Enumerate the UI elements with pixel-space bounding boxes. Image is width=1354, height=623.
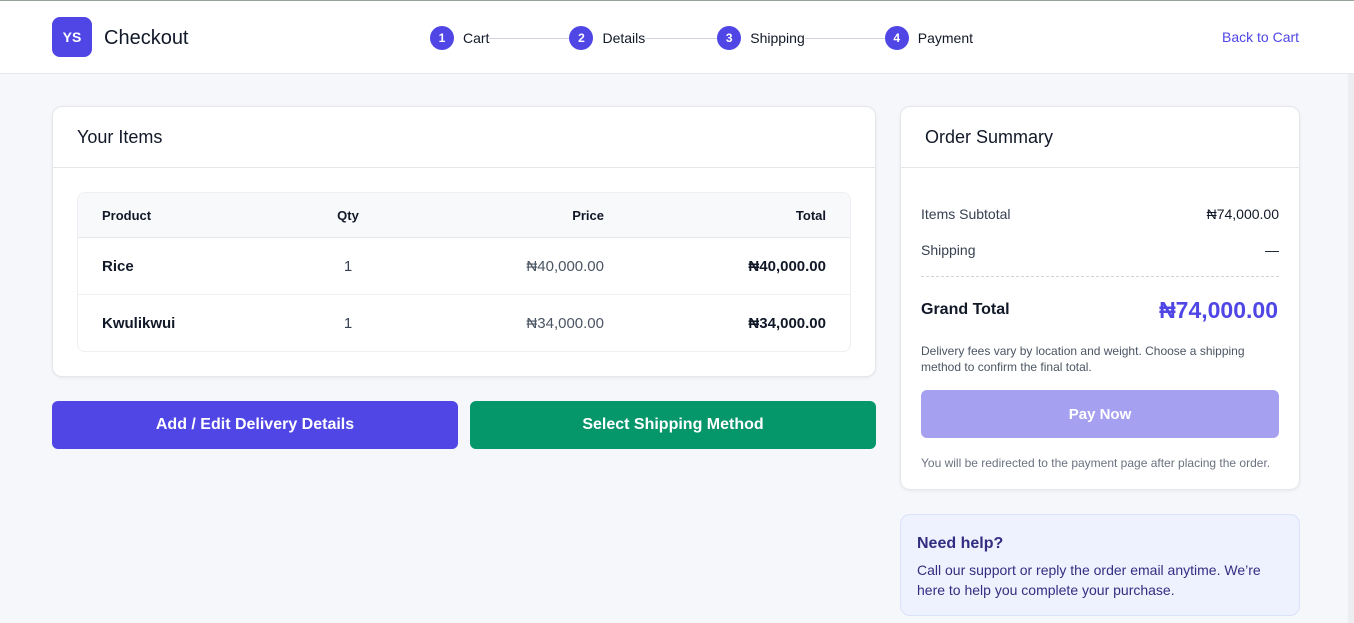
summary-title: Order Summary [901, 107, 1299, 168]
top-bar: YS Checkout 1 Cart 2 Details 3 Shipping … [0, 0, 1354, 74]
col-total: Total [795, 207, 826, 223]
cell-qty: 1 [343, 257, 353, 275]
shipping-label: Shipping [921, 242, 976, 258]
summary-divider [921, 276, 1279, 277]
items-card-title: Your Items [53, 107, 875, 168]
cell-product: Rice [102, 257, 134, 275]
cell-total: ₦34,000.00 [748, 315, 826, 332]
col-qty: Qty [337, 207, 359, 223]
step-shipping[interactable]: 3 Shipping [717, 26, 805, 50]
col-product: Product [102, 207, 152, 223]
brand-logo[interactable]: YS [52, 17, 92, 57]
redirect-note: You will be redirected to the payment pa… [921, 456, 1271, 470]
items-table: Product Qty Price Total Rice 1 ₦40,000.0… [77, 192, 851, 352]
step-number: 1 [430, 26, 454, 50]
step-label: Details [602, 30, 646, 46]
table-row: Kwulikwui 1 ₦34,000.00 ₦34,000.00 [78, 295, 850, 351]
help-text: Call our support or reply the order emai… [917, 562, 1261, 598]
step-cart[interactable]: 1 Cart [430, 26, 489, 50]
cell-price: ₦40,000.00 [526, 257, 604, 275]
table-header: Product Qty Price Total [78, 193, 850, 238]
page-title: Checkout [104, 27, 189, 49]
cell-total: ₦40,000.00 [748, 257, 826, 275]
checkout-steps: 1 Cart 2 Details 3 Shipping 4 Payment [430, 26, 973, 50]
cell-price: ₦34,000.00 [526, 315, 604, 332]
step-connector [489, 37, 570, 39]
help-title: Need help? [917, 535, 1004, 552]
step-number: 2 [569, 26, 594, 50]
shipping-value: — [1265, 242, 1279, 258]
step-label: Shipping [750, 30, 805, 46]
table-row: Rice 1 ₦40,000.00 ₦40,000.00 [78, 238, 850, 295]
step-details[interactable]: 2 Details [569, 26, 645, 50]
grand-total-value: ₦74,000.00 [1159, 297, 1278, 323]
pay-now-button[interactable]: Pay Now [921, 390, 1279, 438]
step-connector [804, 37, 885, 39]
step-connector [645, 37, 718, 39]
step-payment[interactable]: 4 Payment [884, 26, 973, 50]
help-card: Need help? Call our support or reply the… [900, 514, 1300, 616]
scrollbar[interactable] [1348, 74, 1354, 623]
items-card: Your Items Product Qty Price Total Rice … [52, 106, 876, 377]
step-label: Cart [463, 30, 490, 46]
shipping-row: Shipping — [921, 242, 1279, 258]
delivery-fee-note: Delivery fees vary by location and weigh… [921, 344, 1245, 374]
select-shipping-button[interactable]: Select Shipping Method [470, 401, 876, 449]
step-label: Payment [917, 30, 973, 46]
back-to-cart-link[interactable]: Back to Cart [1222, 29, 1299, 45]
step-number: 3 [717, 26, 742, 50]
cell-qty: 1 [343, 315, 353, 332]
order-summary-card: Order Summary Items Subtotal ₦74,000.00 … [900, 106, 1300, 490]
subtotal-value: ₦74,000.00 [1206, 206, 1279, 222]
add-edit-delivery-button[interactable]: Add / Edit Delivery Details [52, 401, 458, 449]
col-price: Price [572, 207, 604, 223]
cell-product: Kwulikwui [102, 315, 176, 332]
subtotal-row: Items Subtotal ₦74,000.00 [921, 206, 1279, 222]
subtotal-label: Items Subtotal [921, 206, 1011, 222]
step-number: 4 [884, 26, 909, 50]
grand-total-label: Grand Total [921, 301, 1010, 318]
